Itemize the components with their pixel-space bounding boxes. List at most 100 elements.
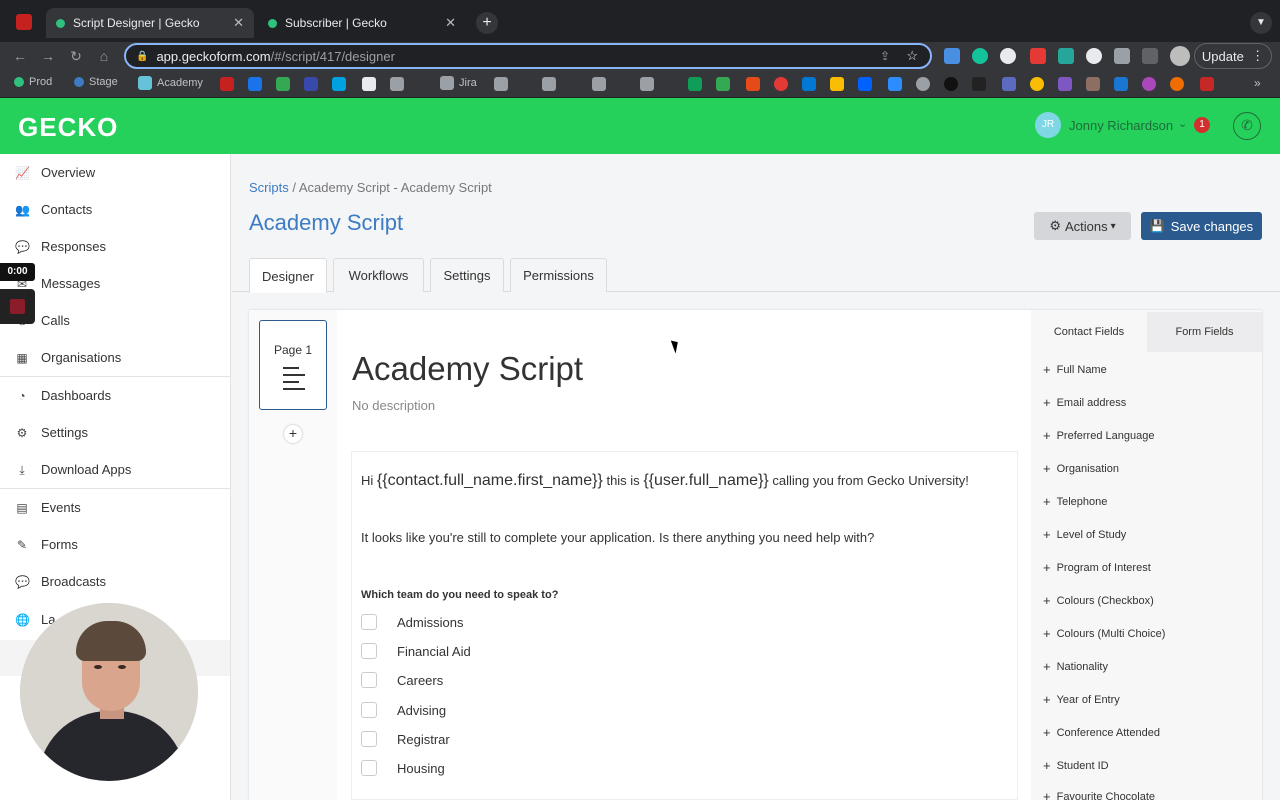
bookmark-icon[interactable] [716,77,730,91]
script-description[interactable]: No description [352,398,435,413]
checkbox-option[interactable]: Advising [361,702,446,718]
script-title[interactable]: Academy Script [352,350,583,388]
chrome-icon[interactable] [1030,77,1044,91]
field-item[interactable]: + Nationality [1043,659,1108,674]
sidepanel-icon[interactable] [1142,48,1158,64]
folder-icon[interactable] [592,77,606,91]
script-greeting[interactable]: Hi {{contact.full_name.first_name}} this… [361,472,969,490]
recording-stop-button[interactable] [0,289,35,324]
checkbox-option[interactable]: Admissions [361,614,463,630]
extension-icon[interactable] [1086,48,1102,64]
checkbox[interactable] [361,643,377,659]
close-icon[interactable]: ✕ [445,15,456,31]
add-page-button[interactable]: + [284,425,302,443]
field-item[interactable]: + Conference Attended [1043,725,1160,740]
sidebar-item-settings[interactable]: ⚙ Settings [0,414,230,451]
drive-icon[interactable] [830,77,844,91]
bookmark-icon[interactable] [972,77,986,91]
bookmark-icon[interactable] [1058,77,1072,91]
bookmark-icon[interactable] [1200,77,1214,91]
share-icon[interactable]: ⇪ [880,49,890,63]
back-icon[interactable]: ← [10,46,30,66]
update-button[interactable]: Update ⋮ [1194,43,1272,69]
folder-icon[interactable] [542,77,556,91]
bookmark-icon[interactable] [248,77,262,91]
breadcrumb-scripts-link[interactable]: Scripts [249,180,289,195]
save-changes-button[interactable]: 💾 Save changes [1141,212,1262,240]
new-tab-button[interactable]: + [476,12,498,34]
field-item[interactable]: + Preferred Language [1043,428,1154,443]
sidebar-item-organisations[interactable]: ▦ Organisations [0,339,230,376]
drive-icon[interactable] [276,77,290,91]
notion-icon[interactable] [362,77,376,91]
more-bookmarks-icon[interactable]: » [1254,76,1261,90]
extension-icon[interactable] [1030,48,1046,64]
field-item[interactable]: + Student ID [1043,758,1109,773]
notification-badge[interactable]: 1 [1194,117,1210,133]
chevron-down-icon[interactable]: ⌄ [1178,117,1187,130]
bookmark-icon[interactable] [1114,77,1128,91]
gecko-logo[interactable]: GECKO [18,112,118,143]
avatar[interactable]: JR [1035,112,1061,138]
tab-search-button[interactable]: ▼ [1250,12,1272,34]
extension-icon[interactable] [944,48,960,64]
home-icon[interactable]: ⌂ [94,46,114,66]
forward-icon[interactable]: → [38,46,58,66]
tab-workflows[interactable]: Workflows [333,258,424,292]
star-icon[interactable]: ☆ [906,48,918,64]
bookmark-icon[interactable] [304,77,318,91]
field-item[interactable]: + Colours (Multi Choice) [1043,626,1165,641]
sidebar-item-responses[interactable]: 💬 Responses [0,228,230,265]
tab-permissions[interactable]: Permissions [510,258,607,292]
checkbox-option[interactable]: Housing [361,760,445,776]
tab-settings[interactable]: Settings [430,258,504,292]
close-icon[interactable]: ✕ [233,15,244,31]
address-bar[interactable]: 🔒 app.geckoform.com/#/script/417/designe… [124,43,932,69]
salesforce-icon[interactable] [332,77,346,91]
checkbox[interactable] [361,702,377,718]
dropbox-icon[interactable] [858,77,872,91]
outlook-icon[interactable] [802,77,816,91]
actions-button[interactable]: ⚙ Actions ▾ [1034,212,1131,240]
sidebar-item-contacts[interactable]: 👥 Contacts [0,191,230,228]
folder-icon[interactable] [640,77,654,91]
extension-icon[interactable] [1058,48,1074,64]
field-item[interactable]: + Full Name [1043,362,1107,377]
field-item[interactable]: + Year of Entry [1043,692,1120,707]
bookmark-icon[interactable] [746,77,760,91]
sidebar-item-events[interactable]: ▤ Events [0,489,230,526]
sidebar-item-dashboards[interactable]: ◔ Dashboards [0,377,230,414]
field-item[interactable]: + Program of Interest [1043,560,1151,575]
folder-icon[interactable] [494,77,508,91]
tab-contact-fields[interactable]: Contact Fields [1031,312,1147,352]
globe-icon[interactable] [916,77,930,91]
checkbox[interactable] [361,760,377,776]
tab-form-fields[interactable]: Form Fields [1147,312,1262,352]
checkbox-option[interactable]: Financial Aid [361,643,471,659]
bookmark-prod[interactable]: Prod [14,76,52,88]
bookmark-icon[interactable] [774,77,788,91]
zoom-icon[interactable] [888,77,902,91]
user-name[interactable]: Jonny Richardson [1069,118,1173,133]
field-item[interactable]: + Telephone [1043,494,1107,509]
field-item[interactable]: + Organisation [1043,461,1119,476]
bookmark-academy[interactable]: Academy [138,76,203,90]
extension-icon[interactable] [1000,48,1016,64]
bookmark-icon[interactable] [1002,77,1016,91]
gmail-icon[interactable] [16,14,32,30]
checkbox[interactable] [361,614,377,630]
bookmark-icon[interactable] [944,77,958,91]
bookmark-stage[interactable]: Stage [74,76,118,88]
puzzle-icon[interactable] [1114,48,1130,64]
page-thumbnail[interactable]: Page 1 [259,320,327,410]
field-item[interactable]: + Email address [1043,395,1126,410]
messenger-icon[interactable] [1142,77,1156,91]
checkbox[interactable] [361,731,377,747]
extension-icon[interactable] [972,48,988,64]
profile-avatar[interactable] [1170,46,1190,66]
bookmark-icon[interactable] [1170,77,1184,91]
sidebar-item-overview[interactable]: 📈 Overview [0,154,230,191]
reload-icon[interactable]: ↻ [66,46,86,66]
field-item[interactable]: + Colours (Checkbox) [1043,593,1154,608]
bookmark-icon[interactable] [220,77,234,91]
